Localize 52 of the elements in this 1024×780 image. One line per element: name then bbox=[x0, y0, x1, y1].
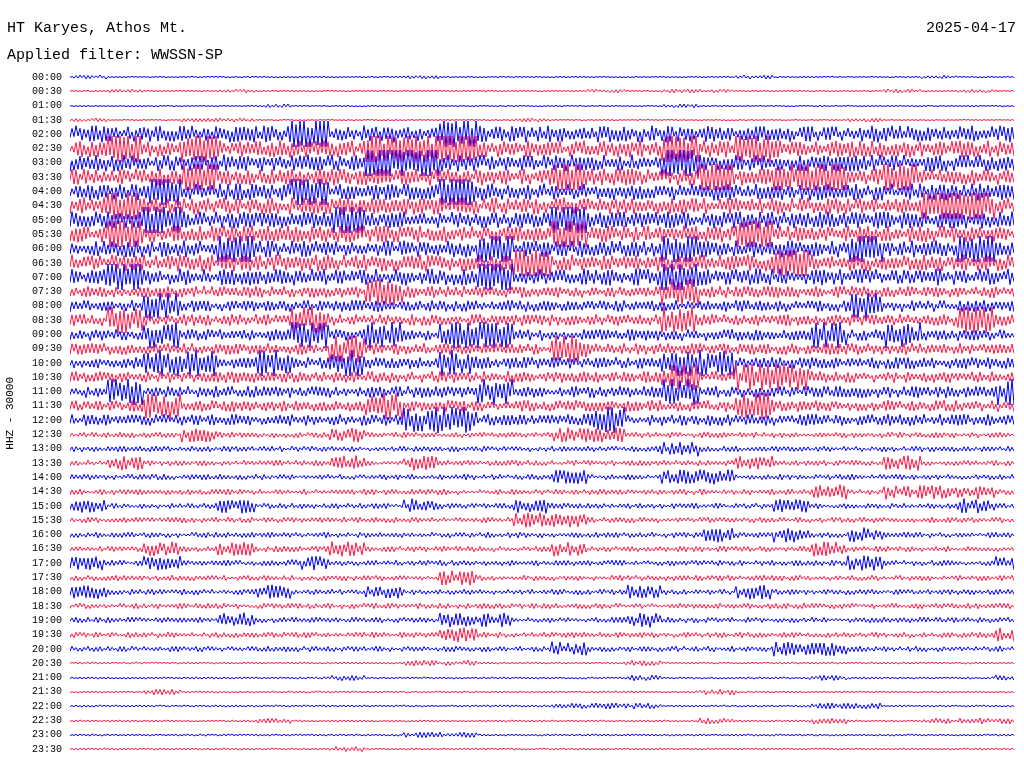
time-label: 22:00 bbox=[31, 700, 63, 712]
time-label: 15:30 bbox=[31, 514, 63, 526]
time-label: 03:00 bbox=[31, 157, 63, 169]
time-label: 10:00 bbox=[31, 357, 63, 369]
time-label: 07:00 bbox=[31, 271, 63, 283]
time-label: 23:00 bbox=[31, 729, 63, 741]
time-label: 22:30 bbox=[31, 715, 63, 726]
time-label: 06:30 bbox=[31, 257, 63, 269]
time-label: 18:30 bbox=[31, 600, 63, 612]
time-label: 00:00 bbox=[31, 71, 63, 83]
time-label: 15:00 bbox=[31, 500, 63, 512]
time-label: 16:30 bbox=[31, 543, 63, 555]
time-label: 03:30 bbox=[31, 171, 63, 183]
time-label: 19:00 bbox=[31, 614, 63, 626]
time-label: 13:00 bbox=[31, 443, 63, 455]
time-label: 02:30 bbox=[31, 143, 63, 155]
filter-label: Applied filter: WWSSN-SP bbox=[6, 46, 225, 64]
time-label: 06:00 bbox=[31, 243, 63, 255]
time-label: 12:30 bbox=[31, 429, 63, 441]
time-label: 05:30 bbox=[31, 228, 63, 240]
date-label: 2025-04-17 bbox=[926, 20, 1016, 37]
time-label: 00:30 bbox=[31, 85, 63, 97]
time-label: 20:30 bbox=[31, 657, 63, 669]
time-label: 01:30 bbox=[31, 114, 63, 126]
time-label: 08:30 bbox=[31, 314, 63, 326]
time-label: 01:00 bbox=[31, 100, 63, 112]
time-label: 11:30 bbox=[31, 400, 63, 412]
time-label: 17:00 bbox=[31, 557, 63, 569]
time-label: 08:00 bbox=[31, 300, 63, 312]
time-label: 21:00 bbox=[31, 672, 63, 684]
time-label: 09:00 bbox=[31, 329, 63, 340]
time-label: 19:30 bbox=[31, 629, 63, 641]
time-label: 07:30 bbox=[31, 286, 63, 298]
station-title: HT Karyes, Athos Mt. bbox=[7, 20, 188, 37]
time-label: 17:30 bbox=[31, 572, 63, 584]
time-label: 23:30 bbox=[31, 743, 63, 755]
time-label: 13:30 bbox=[31, 457, 63, 469]
time-label: 09:30 bbox=[31, 343, 63, 355]
time-label: 04:00 bbox=[31, 186, 63, 197]
time-label: 02:00 bbox=[31, 128, 63, 140]
time-label: 10:30 bbox=[31, 371, 63, 383]
time-label: 16:00 bbox=[31, 529, 63, 541]
time-label: 14:00 bbox=[31, 471, 63, 483]
time-label: 20:00 bbox=[31, 643, 63, 655]
time-label: 11:00 bbox=[31, 386, 63, 398]
time-label: 14:30 bbox=[31, 486, 63, 498]
time-label: 12:00 bbox=[31, 414, 63, 426]
channel-axis-label: HHZ - 30000 bbox=[4, 376, 16, 450]
time-label: 21:30 bbox=[31, 686, 63, 698]
time-label: 04:30 bbox=[31, 200, 63, 212]
time-label: 05:00 bbox=[31, 214, 63, 226]
time-label: 18:00 bbox=[31, 586, 63, 598]
